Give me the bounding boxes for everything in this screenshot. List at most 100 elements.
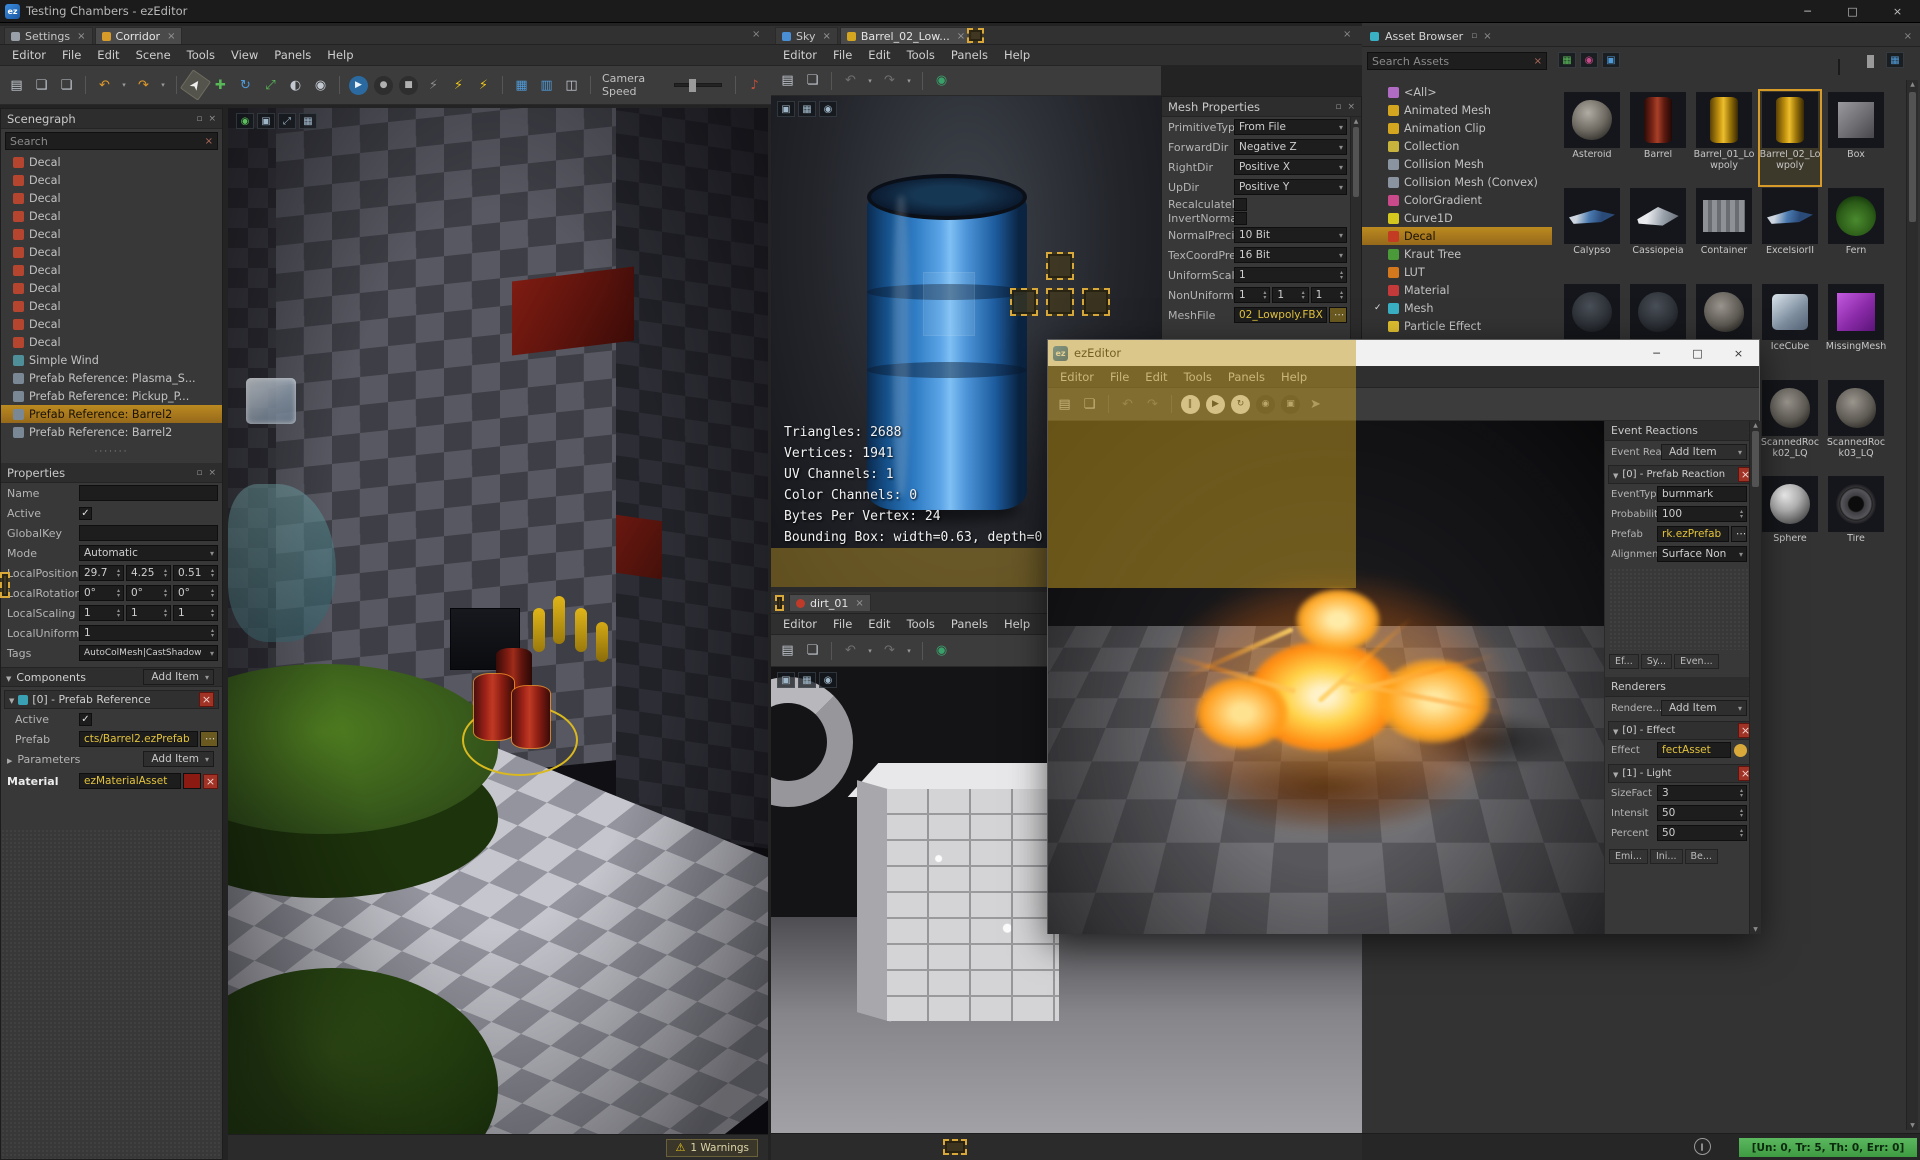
- scenegraph-node[interactable]: Decal: [1, 171, 222, 189]
- undo-history-icon[interactable]: [864, 70, 876, 92]
- restart-button[interactable]: [1231, 394, 1250, 414]
- scaling-y-spinner[interactable]: 1: [126, 605, 171, 621]
- scenegraph-node[interactable]: Decal: [1, 279, 222, 297]
- rotation-z-spinner[interactable]: 0°: [173, 585, 218, 601]
- properties-header[interactable]: Properties: [1, 463, 222, 483]
- filter-materials-icon[interactable]: [1580, 52, 1598, 68]
- asset-thumbnail[interactable]: Tire: [1825, 474, 1887, 570]
- undo-icon[interactable]: [93, 74, 116, 96]
- pivot-icon[interactable]: [309, 74, 332, 96]
- asset-status-icon[interactable]: [1734, 743, 1747, 757]
- view-mode-icon[interactable]: [1886, 52, 1904, 68]
- camera-icon[interactable]: [236, 113, 254, 129]
- simulate-speed-icon[interactable]: [472, 74, 495, 96]
- comp-active-checkbox[interactable]: [79, 712, 92, 726]
- probability-spinner[interactable]: 100: [1657, 506, 1747, 522]
- redo-icon[interactable]: [132, 74, 155, 96]
- filter-meshes-icon[interactable]: [1558, 52, 1576, 68]
- redo-icon[interactable]: [1141, 393, 1164, 415]
- dock-target-right[interactable]: [1082, 288, 1110, 316]
- thumbnail-size-slider[interactable]: [1838, 55, 1874, 75]
- menu-item[interactable]: Tools: [899, 46, 943, 64]
- menu-item[interactable]: Panels: [266, 46, 319, 64]
- renderers-header[interactable]: Renderers: [1605, 677, 1761, 697]
- panel-splitter[interactable]: ·······: [1, 447, 222, 457]
- pause-button[interactable]: [1181, 394, 1200, 414]
- normalprecision-dropdown[interactable]: 10 Bit: [1234, 227, 1347, 243]
- camera-speed-slider[interactable]: [674, 79, 722, 92]
- scenegraph-node[interactable]: Decal: [1, 189, 222, 207]
- expand-icon[interactable]: [7, 753, 12, 766]
- scene-viewport[interactable]: [228, 108, 768, 1134]
- asset-type-item[interactable]: Kraut Tree: [1362, 245, 1552, 263]
- panel-tab[interactable]: Ini...: [1649, 849, 1683, 864]
- copy-icon[interactable]: [30, 74, 53, 96]
- dock-handle[interactable]: [0, 572, 10, 598]
- asset-type-item[interactable]: Animated Mesh: [1362, 101, 1552, 119]
- scrollbar[interactable]: ▲▼: [1749, 421, 1761, 934]
- simulate-off-icon[interactable]: [422, 74, 445, 96]
- translate-gizmo-icon[interactable]: [209, 74, 232, 96]
- menu-item[interactable]: Tools: [1176, 368, 1220, 386]
- scenegraph-node[interactable]: Simple Wind: [1, 351, 222, 369]
- document-tab[interactable]: Corridor: [94, 27, 183, 44]
- close-panel-icon[interactable]: [1347, 102, 1355, 112]
- minimize-button[interactable]: ─: [1785, 0, 1830, 22]
- menu-item[interactable]: Panels: [943, 46, 996, 64]
- menu-item[interactable]: Help: [996, 615, 1038, 633]
- rightdir-dropdown[interactable]: Positive X: [1234, 159, 1347, 175]
- collapse-icon[interactable]: [1613, 468, 1618, 481]
- tab-close-icon[interactable]: [822, 31, 830, 42]
- scenegraph-node[interactable]: Decal: [1, 297, 222, 315]
- alignment-dropdown[interactable]: Surface Non: [1657, 546, 1747, 562]
- asset-thumbnail[interactable]: ExcelsiorII: [1759, 186, 1821, 282]
- panel-menu-icon[interactable]: [1483, 31, 1491, 42]
- uniform-scale-spinner[interactable]: 1: [79, 625, 218, 641]
- menu-item[interactable]: Editor: [1052, 368, 1102, 386]
- asset-thumbnail[interactable]: Sphere: [1759, 474, 1821, 570]
- select-tool-icon[interactable]: [179, 69, 212, 101]
- expand-icon[interactable]: [278, 113, 296, 129]
- collapse-icon[interactable]: [6, 671, 11, 684]
- sizefactor-spinner[interactable]: 3: [1657, 785, 1747, 801]
- panel-tab[interactable]: Ef...: [1609, 654, 1639, 669]
- intensity-spinner[interactable]: 50: [1657, 805, 1747, 821]
- scenegraph-node[interactable]: Decal: [1, 243, 222, 261]
- play-button[interactable]: [1206, 394, 1225, 414]
- menu-item[interactable]: Editor: [775, 46, 825, 64]
- menu-item[interactable]: Edit: [89, 46, 127, 64]
- redo-history-icon[interactable]: [903, 70, 915, 92]
- tabbar-close-icon[interactable]: [1343, 29, 1351, 40]
- event-reactions-header[interactable]: Event Reactions: [1605, 421, 1761, 441]
- browse-asset-button[interactable]: [200, 731, 218, 747]
- panel-tab[interactable]: Be...: [1684, 849, 1718, 864]
- scenegraph-node[interactable]: Decal: [1, 225, 222, 243]
- add-parameter-button[interactable]: Add Item: [143, 751, 214, 767]
- particle-viewport[interactable]: [1048, 421, 1605, 934]
- record-button[interactable]: [374, 75, 393, 95]
- redo-history-icon[interactable]: [903, 640, 915, 662]
- clear-search-icon[interactable]: [205, 136, 213, 147]
- rotation-y-spinner[interactable]: 0°: [126, 585, 171, 601]
- maximize-button[interactable]: □: [1830, 0, 1875, 22]
- scenegraph-node[interactable]: Decal: [1, 333, 222, 351]
- document-tab[interactable]: Settings: [4, 27, 93, 44]
- menu-item[interactable]: Tools: [179, 46, 223, 64]
- stop-button[interactable]: [399, 75, 418, 95]
- undo-icon[interactable]: [839, 70, 862, 92]
- search-input[interactable]: [10, 134, 205, 148]
- scenegraph-node[interactable]: Decal: [1, 207, 222, 225]
- asset-thumbnail[interactable]: Barrel: [1627, 90, 1689, 186]
- tags-dropdown[interactable]: AutoColMesh|CastShadow: [79, 645, 218, 661]
- undo-history-icon[interactable]: [864, 640, 876, 662]
- collapse-icon[interactable]: [1613, 724, 1618, 737]
- undo-icon[interactable]: [1116, 393, 1139, 415]
- grid-icon[interactable]: [798, 672, 816, 688]
- collapse-icon[interactable]: [1613, 767, 1618, 780]
- scenegraph-node[interactable]: Prefab Reference: Plasma_S...: [1, 369, 222, 387]
- rotate-gizmo-icon[interactable]: [234, 74, 257, 96]
- close-panel-icon[interactable]: [1904, 31, 1912, 42]
- clear-search-icon[interactable]: [1534, 56, 1542, 67]
- menu-item[interactable]: Help: [1273, 368, 1315, 386]
- menu-item[interactable]: Edit: [860, 615, 898, 633]
